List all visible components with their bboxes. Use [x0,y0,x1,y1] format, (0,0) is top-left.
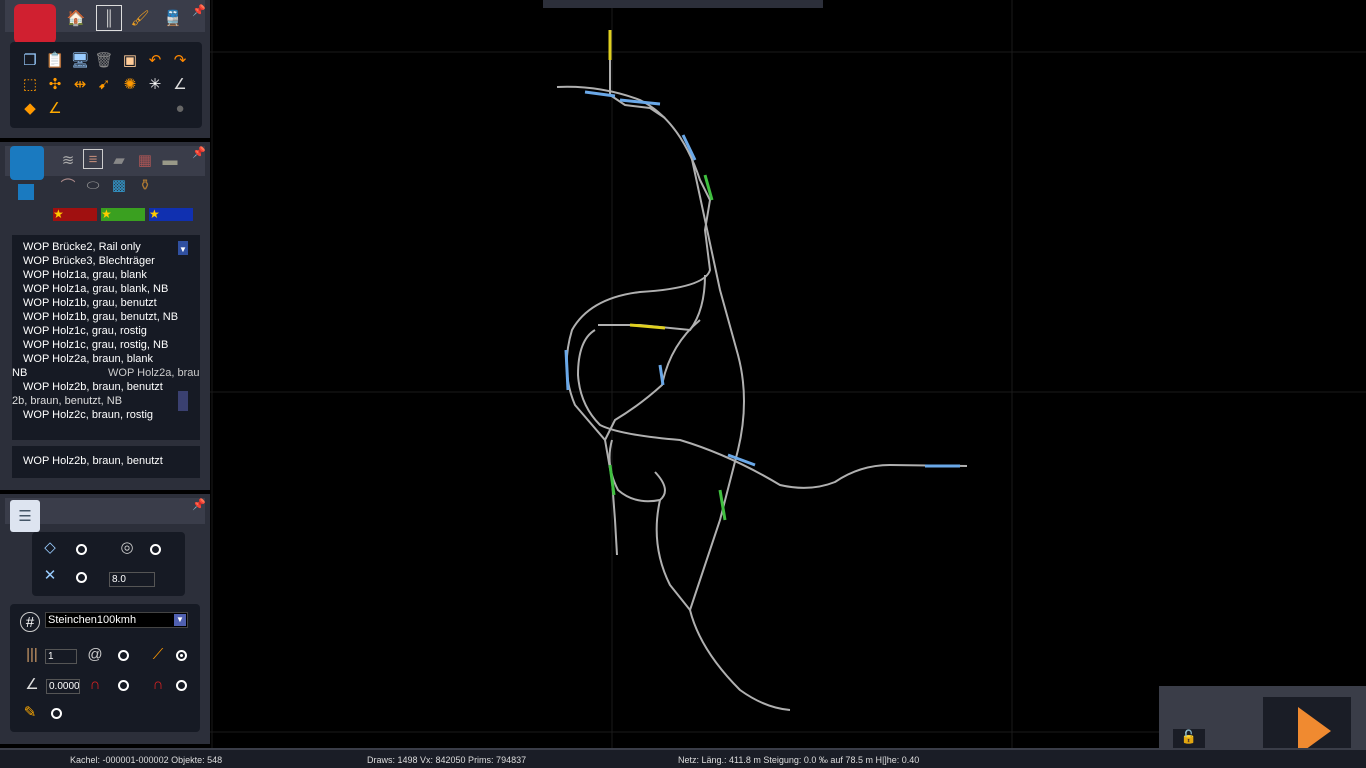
category-bag-icon[interactable]: ⚱ [135,175,155,195]
list-item[interactable]: WOP Brücke2, Rail only [23,240,200,254]
track-icon[interactable]: ║ [96,5,122,31]
tool-grid: ❐ 📋 🖥 🗑 ▣ ↶ ↷ ⬚ ✣ ⇹ ➹ ✺ ✳ ∠ ◆ ∠ ● [10,42,202,128]
list-item[interactable]: WOP Holz2b, braun, benutzt [23,380,200,394]
render-stats: Draws: 1498 Vx: 842050 Prims: 794837 [367,755,527,765]
rise-radio[interactable] [176,650,187,661]
magnet-icon: ∩ [89,675,101,693]
rise-icon: ⟋ [152,645,164,663]
spiral-radio[interactable] [118,650,129,661]
paste-icon[interactable]: 📋 [45,50,65,70]
top-tab[interactable] [543,0,823,8]
list-item[interactable]: WOP Holz1c, grau, rostig [23,324,200,338]
list-item[interactable]: WOP Holz1c, grau, rostig, NB [23,338,200,352]
properties-panel: ☰ 📌 ◇ ◎ ✕ # Steinchen100kmh ▼ ||| @ ⟋ ∠ ∩… [0,494,210,744]
status-bar: Kachel: -000001-000002 Objekte: 548 Draw… [0,748,1366,768]
delete-icon[interactable]: 🗑 [94,50,114,70]
angle-icon[interactable]: ∠ [170,74,190,94]
brush-icon[interactable]: 🖌 [130,8,150,28]
favorites-blue-button[interactable]: ★ [149,208,193,221]
spiral-icon: @ [87,645,103,663]
category-tunnel-icon[interactable]: ⬭ [83,175,103,195]
chevron-down-icon[interactable]: ▼ [174,614,186,626]
move-icon[interactable]: ➹ [94,74,114,94]
play-panel: 🔓 [1159,686,1366,759]
target-icon: ◎ [120,539,134,556]
magnet-track-icon: ∩ [152,675,164,693]
list-item-fragment: WOP Holz2a, braun [108,367,200,379]
flat-icon: ◇ [44,539,56,556]
list-item[interactable]: WOP Holz2c, braun, rostig [23,408,200,422]
slope-input[interactable] [46,679,80,694]
select-icon[interactable]: ⬚ [20,74,40,94]
height-options: ◇ ◎ ✕ [32,532,185,596]
list-item[interactable]: WOP Holz2a, braun, blank [23,352,200,366]
list-item-fragment: NB [12,367,28,379]
category-brick-icon[interactable]: ▦ [135,150,155,170]
list-item[interactable]: WOP Holz1b, grau, benutzt [23,296,200,310]
selected-object: WOP Holz2b, braun, benutzt [12,446,200,478]
category-stone-icon[interactable]: ▬ [160,150,180,170]
train-icon[interactable]: 🚆 [163,8,183,28]
split-icon[interactable]: ✣ [45,74,65,94]
small-cube-icon[interactable] [18,184,34,200]
track-type-value: Steinchen100kmh [48,614,137,626]
favorites-red-button[interactable]: ★ [53,208,97,221]
objects-icon[interactable]: ◆ [20,98,40,118]
magnet-radio[interactable] [118,680,129,691]
rotate-icon[interactable]: ✺ [120,74,140,94]
crossing-icon: ✕ [43,567,57,584]
category-bridge-icon[interactable]: ⌒ [58,175,78,195]
magnet-track-radio[interactable] [176,680,187,691]
pin-icon[interactable]: 📌 [192,146,206,160]
rails-count-input[interactable] [45,649,77,664]
target-radio[interactable] [150,544,161,555]
properties-sheet-icon[interactable]: ☰ [10,500,40,532]
flat-radio[interactable] [76,544,87,555]
join-icon[interactable]: ⇹ [70,74,90,94]
rails-count-icon: ||| [26,645,38,663]
track-type-icon: # [20,612,40,632]
list-item[interactable]: WOP Holz1a, grau, blank [23,268,200,282]
toolbox-icon[interactable] [14,4,56,44]
pin-icon[interactable]: 📌 [192,498,206,512]
track-network [556,30,968,711]
redo-icon[interactable]: ↷ [170,50,190,70]
monitor-icon[interactable]: 🖥 [70,50,90,70]
list-item[interactable]: WOP Holz1b, grau, benutzt, NB [23,310,200,324]
tile-status: Kachel: -000001-000002 Objekte: 548 [70,755,223,765]
list-item[interactable]: WOP Brücke3, Blechträger [23,254,200,268]
list-item[interactable]: WOP Holz1a, grau, blank, NB [23,282,200,296]
scroll-down-icon[interactable]: ▼ [178,243,188,255]
pencil-radio[interactable] [51,708,62,719]
category-track-icon[interactable]: ≋ [58,150,78,170]
center-icon[interactable]: ✳ [145,74,165,94]
list-scrollbar[interactable]: ▲ ▼ [178,241,188,411]
list-item[interactable]: NB WOP Holz2a, braun [12,366,200,380]
pin-icon[interactable]: 📌 [192,4,206,18]
scroll-thumb[interactable] [178,391,188,411]
slope-icon: ∠ [25,676,39,693]
object-list[interactable]: WOP Brücke2, Rail only WOP Brücke3, Blec… [12,235,200,440]
list-item[interactable]: 2b, braun, benutzt, NB [12,394,200,408]
pencil-icon: ✎ [23,704,37,721]
measure-icon[interactable]: ▣ [120,50,140,70]
favorites-green-button[interactable]: ★ [101,208,145,221]
crossing-radio[interactable] [76,572,87,583]
slope-icon[interactable]: ∠ [45,98,65,118]
height-input[interactable] [109,572,155,587]
category-water-icon[interactable]: ▩ [109,175,129,195]
net-status: Netz: Läng.: 411.8 m Steigung: 0.0 ‰ auf… [678,755,920,765]
category-road-icon[interactable]: ▰ [109,150,129,170]
copy-icon[interactable]: ❐ [20,50,40,70]
home-icon[interactable]: 🏠 [66,8,86,28]
track-type-select[interactable]: Steinchen100kmh ▼ [45,612,188,628]
cube-icon[interactable] [10,146,44,180]
track-options: # Steinchen100kmh ▼ ||| @ ⟋ ∠ ∩ ∩ ✎ [10,604,200,732]
undo-icon[interactable]: ↶ [145,50,165,70]
category-rails-icon[interactable]: ≡ [83,149,103,169]
spotlight-icon[interactable]: ● [170,98,190,118]
toolbox-panel: 🏠 ║ 🖌 🚆 📌 ❐ 📋 🖥 🗑 ▣ ↶ ↷ ⬚ ✣ ⇹ ➹ ✺ ✳ ∠ ◆ … [0,0,210,138]
